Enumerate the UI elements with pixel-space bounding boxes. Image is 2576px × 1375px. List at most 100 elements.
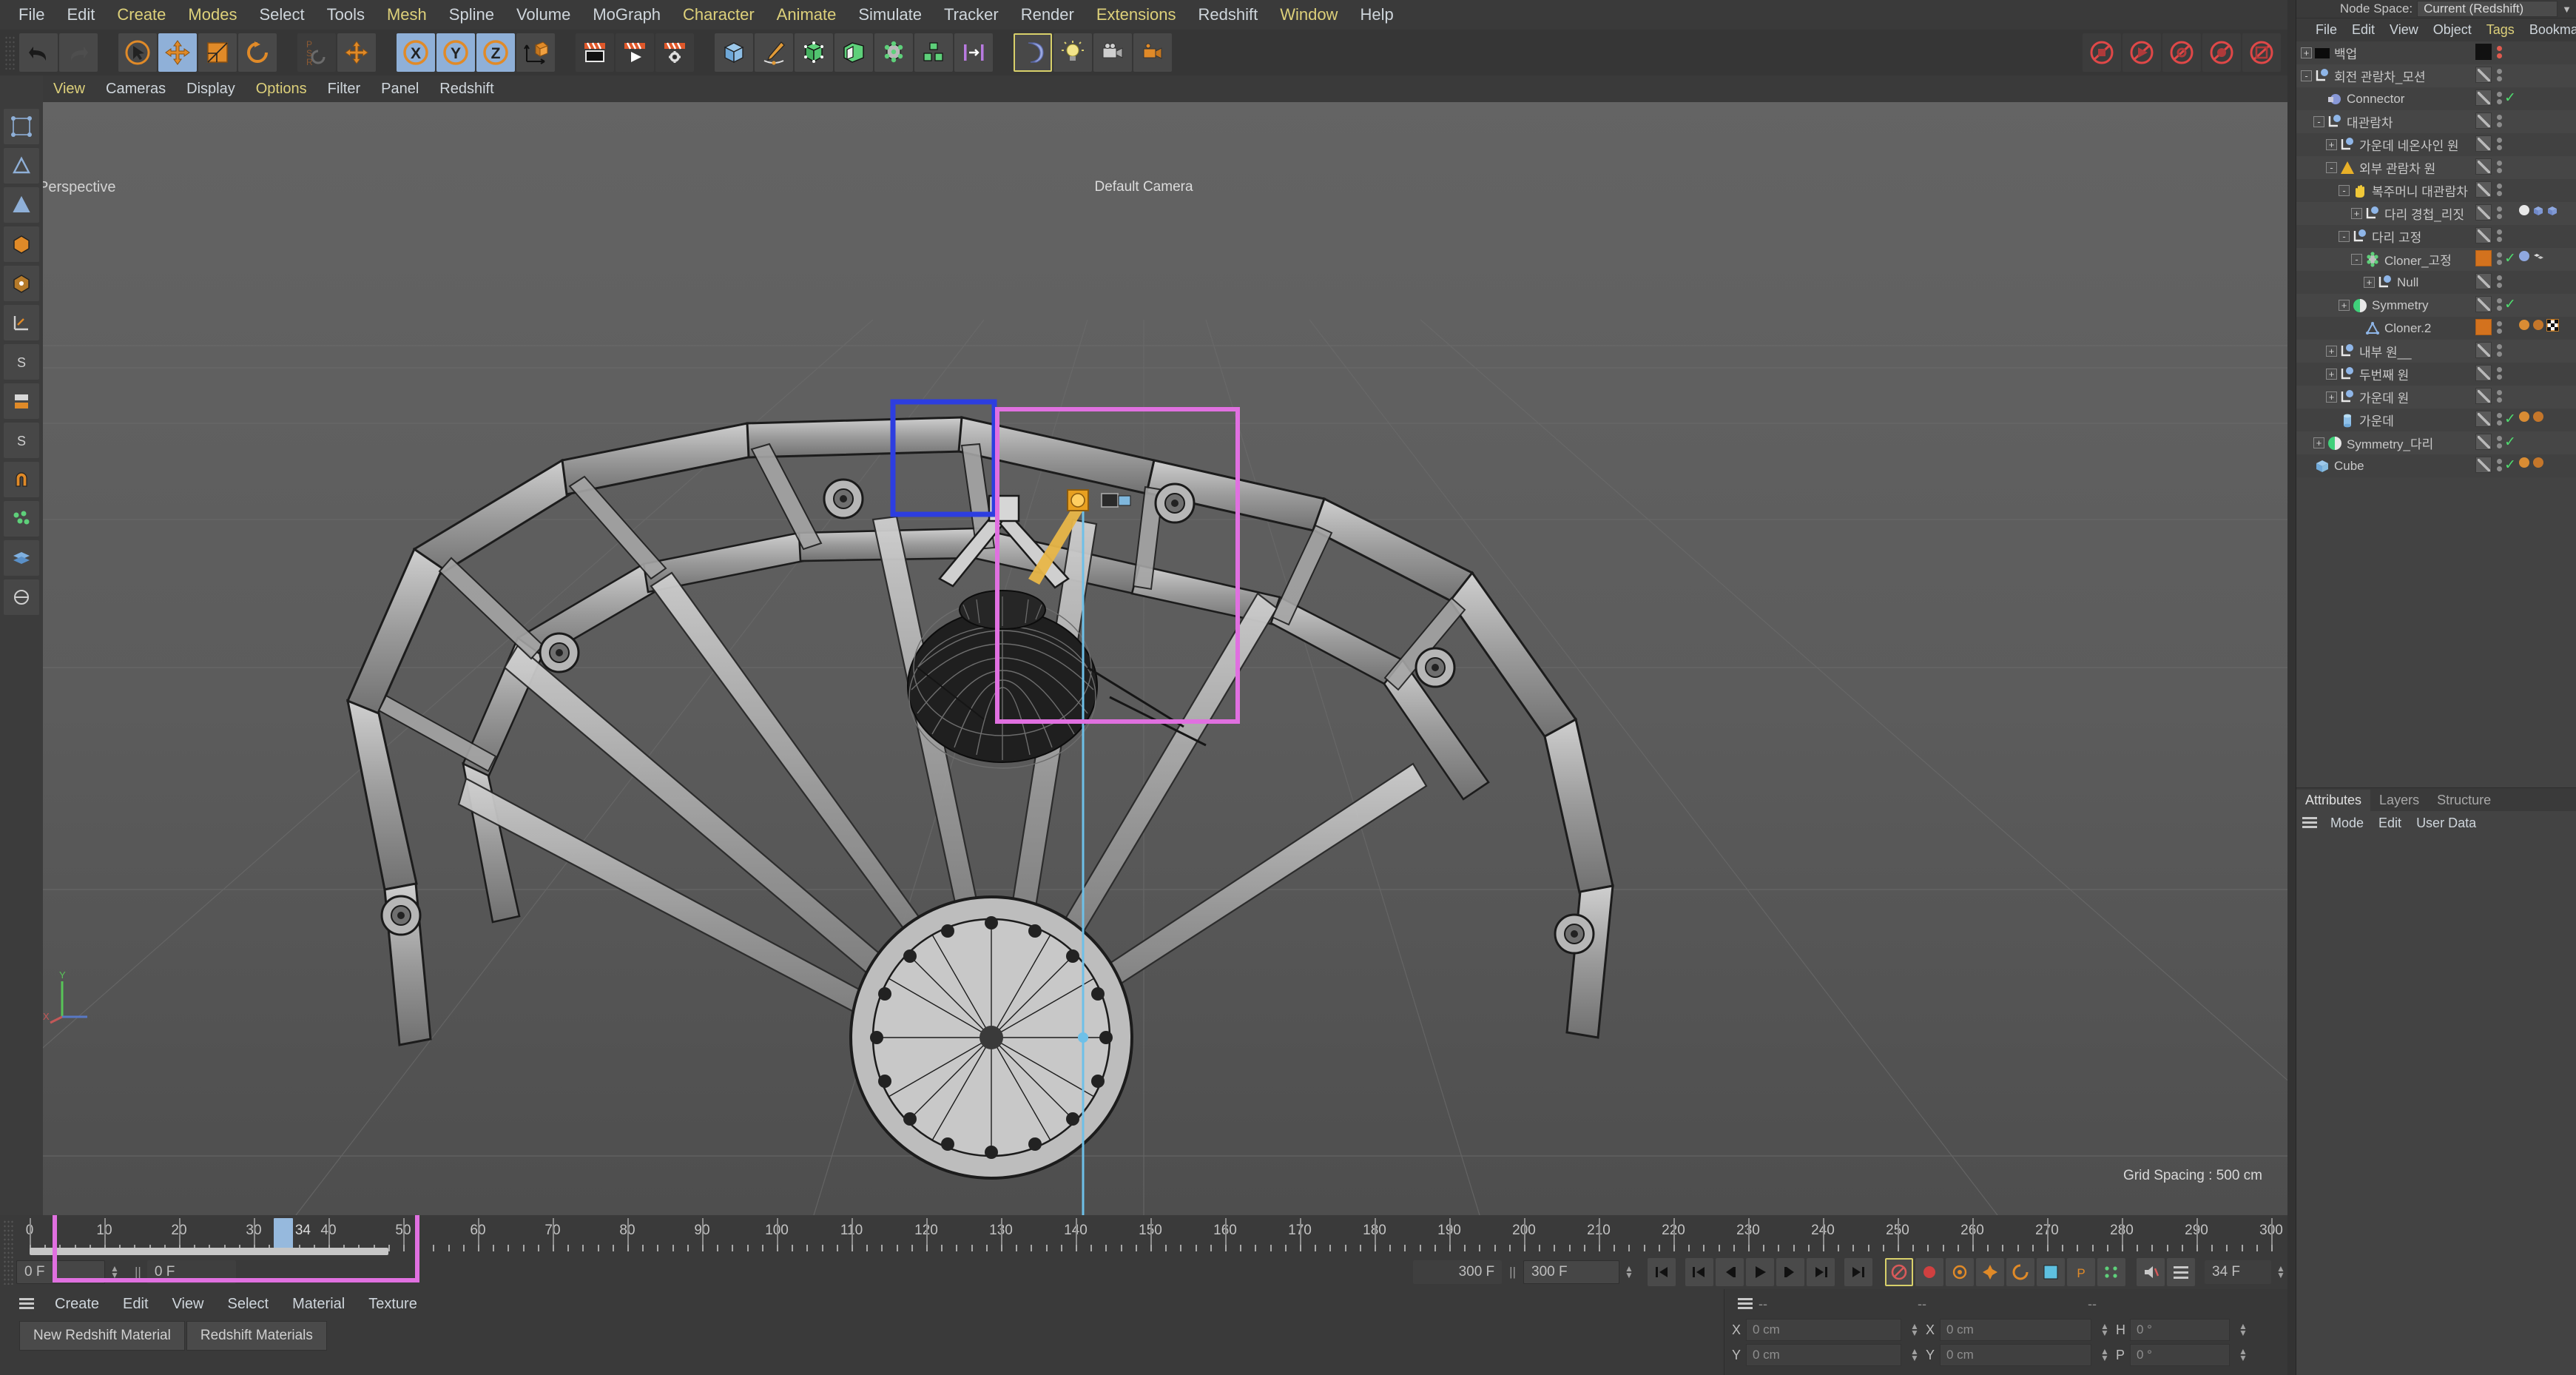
pen-spline-button[interactable] (755, 33, 793, 72)
render-state-box[interactable] (2475, 342, 2492, 358)
sound-icon[interactable] (2137, 1258, 2165, 1286)
preview-range-grip-2[interactable]: || (1509, 1265, 1516, 1280)
object-tree-row[interactable]: + 가운데 네온사인 원 (2296, 133, 2576, 156)
coord-rot-p-field[interactable]: 0 ° (2130, 1344, 2230, 1366)
scale-key-icon[interactable] (2037, 1258, 2065, 1286)
right-frame-field[interactable]: 34 F (2205, 1260, 2271, 1284)
keyframe-select-icon[interactable] (1946, 1258, 1974, 1286)
material-menu-create[interactable]: Create (43, 1296, 111, 1313)
menu-item-extensions[interactable]: Extensions (1085, 0, 1187, 30)
panel-divider[interactable] (2287, 0, 2296, 1375)
bend-deformer-button[interactable] (1014, 33, 1052, 72)
object-tree-label[interactable]: Cloner.2 (2384, 321, 2431, 336)
next-key-icon[interactable] (1807, 1258, 1835, 1286)
object-tree-tag-column[interactable]: ✓ (2475, 411, 2573, 427)
tree-expander-plus-icon[interactable]: + (2301, 47, 2312, 58)
object-tree-tag-column[interactable]: ✓ (2475, 90, 2573, 106)
visibility-dots-icon[interactable] (2497, 458, 2502, 471)
object-tree-row[interactable]: 가운데 ✓ (2296, 409, 2576, 431)
coordinates-fields[interactable]: X 0 cm ▲ ▼ Y 0 cm ▲ ▼ X 0 cm ▲ ▼ Y 0 cm ▲ ▼ … (1724, 1319, 2296, 1366)
object-tree-label[interactable]: 두번째 원 (2359, 365, 2409, 383)
coord-pos-y-spinner[interactable]: ▲ ▼ (1908, 1344, 1921, 1366)
tree-expander-plus-icon[interactable]: + (2313, 437, 2324, 448)
object-tree-tag-column[interactable] (2475, 319, 2573, 335)
object-menu-bookmarks[interactable]: Bookmarks (2522, 22, 2576, 38)
coordinates-rotation-column[interactable]: H 0 ° ▲ ▼ P 0 ° ▲ ▼ (2116, 1319, 2250, 1366)
object-tree-tag-column[interactable] (2475, 44, 2573, 60)
tree-expander-plus-icon[interactable]: + (2326, 391, 2337, 403)
object-tree-label[interactable]: 회전 관람차_모션 (2334, 67, 2426, 85)
tree-expander-plus-icon[interactable]: + (2364, 277, 2375, 288)
goto-end-icon[interactable] (1844, 1258, 1872, 1286)
object-tree-tag-column[interactable] (2475, 388, 2573, 404)
object-tree-label[interactable]: 가운데 (2359, 411, 2394, 429)
viewport-menu-options[interactable]: Options (246, 75, 317, 102)
render-state-box[interactable] (2475, 434, 2492, 450)
preview-end-field[interactable]: 300 F (1413, 1260, 1503, 1284)
coord-size-x-spinner[interactable]: ▲ ▼ (2098, 1319, 2111, 1341)
visibility-dots-icon[interactable] (2497, 137, 2502, 150)
object-menu-edit[interactable]: Edit (2344, 22, 2382, 38)
object-tree-row[interactable]: - 외부 관람차 원 (2296, 156, 2576, 179)
redshift-material-icon-button[interactable] (2202, 33, 2241, 72)
current-frame-spinner[interactable]: ▲ ▼ (108, 1261, 121, 1283)
visibility-dots-icon[interactable] (2497, 412, 2502, 426)
attributes-tab-attributes[interactable]: Attributes (2296, 790, 2371, 811)
coordinates-position-column[interactable]: X 0 cm ▲ ▼ Y 0 cm ▲ ▼ (1732, 1319, 1921, 1366)
autokey-icon[interactable] (1915, 1258, 1943, 1286)
snap-icon[interactable]: S (4, 423, 39, 458)
object-tree-tag-column[interactable]: ✓ (2475, 434, 2573, 450)
tree-expander-minus-icon[interactable]: - (2313, 116, 2324, 127)
visibility-dots-icon[interactable] (2497, 206, 2502, 219)
viewport-canvas[interactable] (0, 75, 2287, 1215)
left-mode-toolbar[interactable]: S S (0, 75, 43, 1215)
menu-item-animate[interactable]: Animate (766, 0, 848, 30)
tree-expander-plus-icon[interactable]: + (2326, 346, 2337, 357)
menu-item-simulate[interactable]: Simulate (847, 0, 933, 30)
pos-key-icon[interactable] (1976, 1258, 2004, 1286)
render-state-box[interactable] (2475, 158, 2492, 175)
tag-mat-orange[interactable] (2518, 411, 2531, 427)
viewport-menu-cameras[interactable]: Cameras (95, 75, 176, 102)
object-manager-menu[interactable]: FileEditViewObjectTagsBookmarks (2296, 18, 2576, 41)
render-state-box[interactable] (2475, 204, 2492, 221)
object-tree-label[interactable]: 가운데 원 (2359, 388, 2409, 406)
object-tree-row[interactable]: + Symmetry ✓ (2296, 294, 2576, 317)
menu-item-character[interactable]: Character (672, 0, 766, 30)
undo-button[interactable] (19, 33, 58, 72)
record-active-icon[interactable] (1885, 1258, 1913, 1286)
visibility-dots-icon[interactable] (2497, 91, 2502, 104)
tag-mat-orange2[interactable] (2532, 457, 2545, 473)
object-tree-label[interactable]: Symmetry_다리 (2347, 434, 2433, 452)
workplane-icon[interactable]: S (4, 344, 39, 380)
magnet-icon[interactable] (4, 462, 39, 497)
material-menu-select[interactable]: Select (216, 1296, 281, 1313)
tag-mat-orange[interactable] (2518, 457, 2531, 473)
menu-item-file[interactable]: File (7, 0, 55, 30)
visibility-dots-icon[interactable] (2497, 320, 2502, 334)
object-tree-label[interactable]: 백업 (2334, 44, 2357, 62)
move-tool-button[interactable] (158, 33, 197, 72)
texture-axis-icon[interactable] (4, 305, 39, 340)
prev-key-icon[interactable] (1685, 1258, 1713, 1286)
coord-pos-y-field[interactable]: 0 cm (1746, 1344, 1901, 1366)
redshift-render-icon-button[interactable] (2083, 33, 2121, 72)
tree-expander-minus-icon[interactable]: - (2351, 254, 2362, 265)
visibility-dots-icon[interactable] (2497, 229, 2502, 242)
cube-primitive-button[interactable] (715, 33, 753, 72)
material-menu-bar[interactable]: Create Edit View Select Material Texture (0, 1289, 1724, 1319)
live-selection-tool-button[interactable] (118, 33, 157, 72)
tag-cube-blue2[interactable] (2546, 204, 2559, 221)
object-tree-row[interactable]: - 복주머니 대관람차 (2296, 179, 2576, 202)
tag-sphere-blue[interactable] (2518, 250, 2531, 266)
visibility-dots-icon[interactable] (2497, 297, 2502, 311)
object-tree-label[interactable]: 대관람차 (2347, 112, 2393, 131)
visibility-dots-icon[interactable] (2497, 68, 2502, 81)
scale-tool-button[interactable] (198, 33, 237, 72)
layers-icon[interactable] (4, 540, 39, 576)
menu-item-tools[interactable]: Tools (316, 0, 376, 30)
tag-mat-orange2[interactable] (2532, 411, 2545, 427)
object-tree-tag-column[interactable]: ✓ (2475, 457, 2573, 473)
object-tree-tag-column[interactable]: ✓ (2475, 296, 2573, 312)
object-tree-row[interactable]: - 회전 관람차_모션 (2296, 64, 2576, 87)
